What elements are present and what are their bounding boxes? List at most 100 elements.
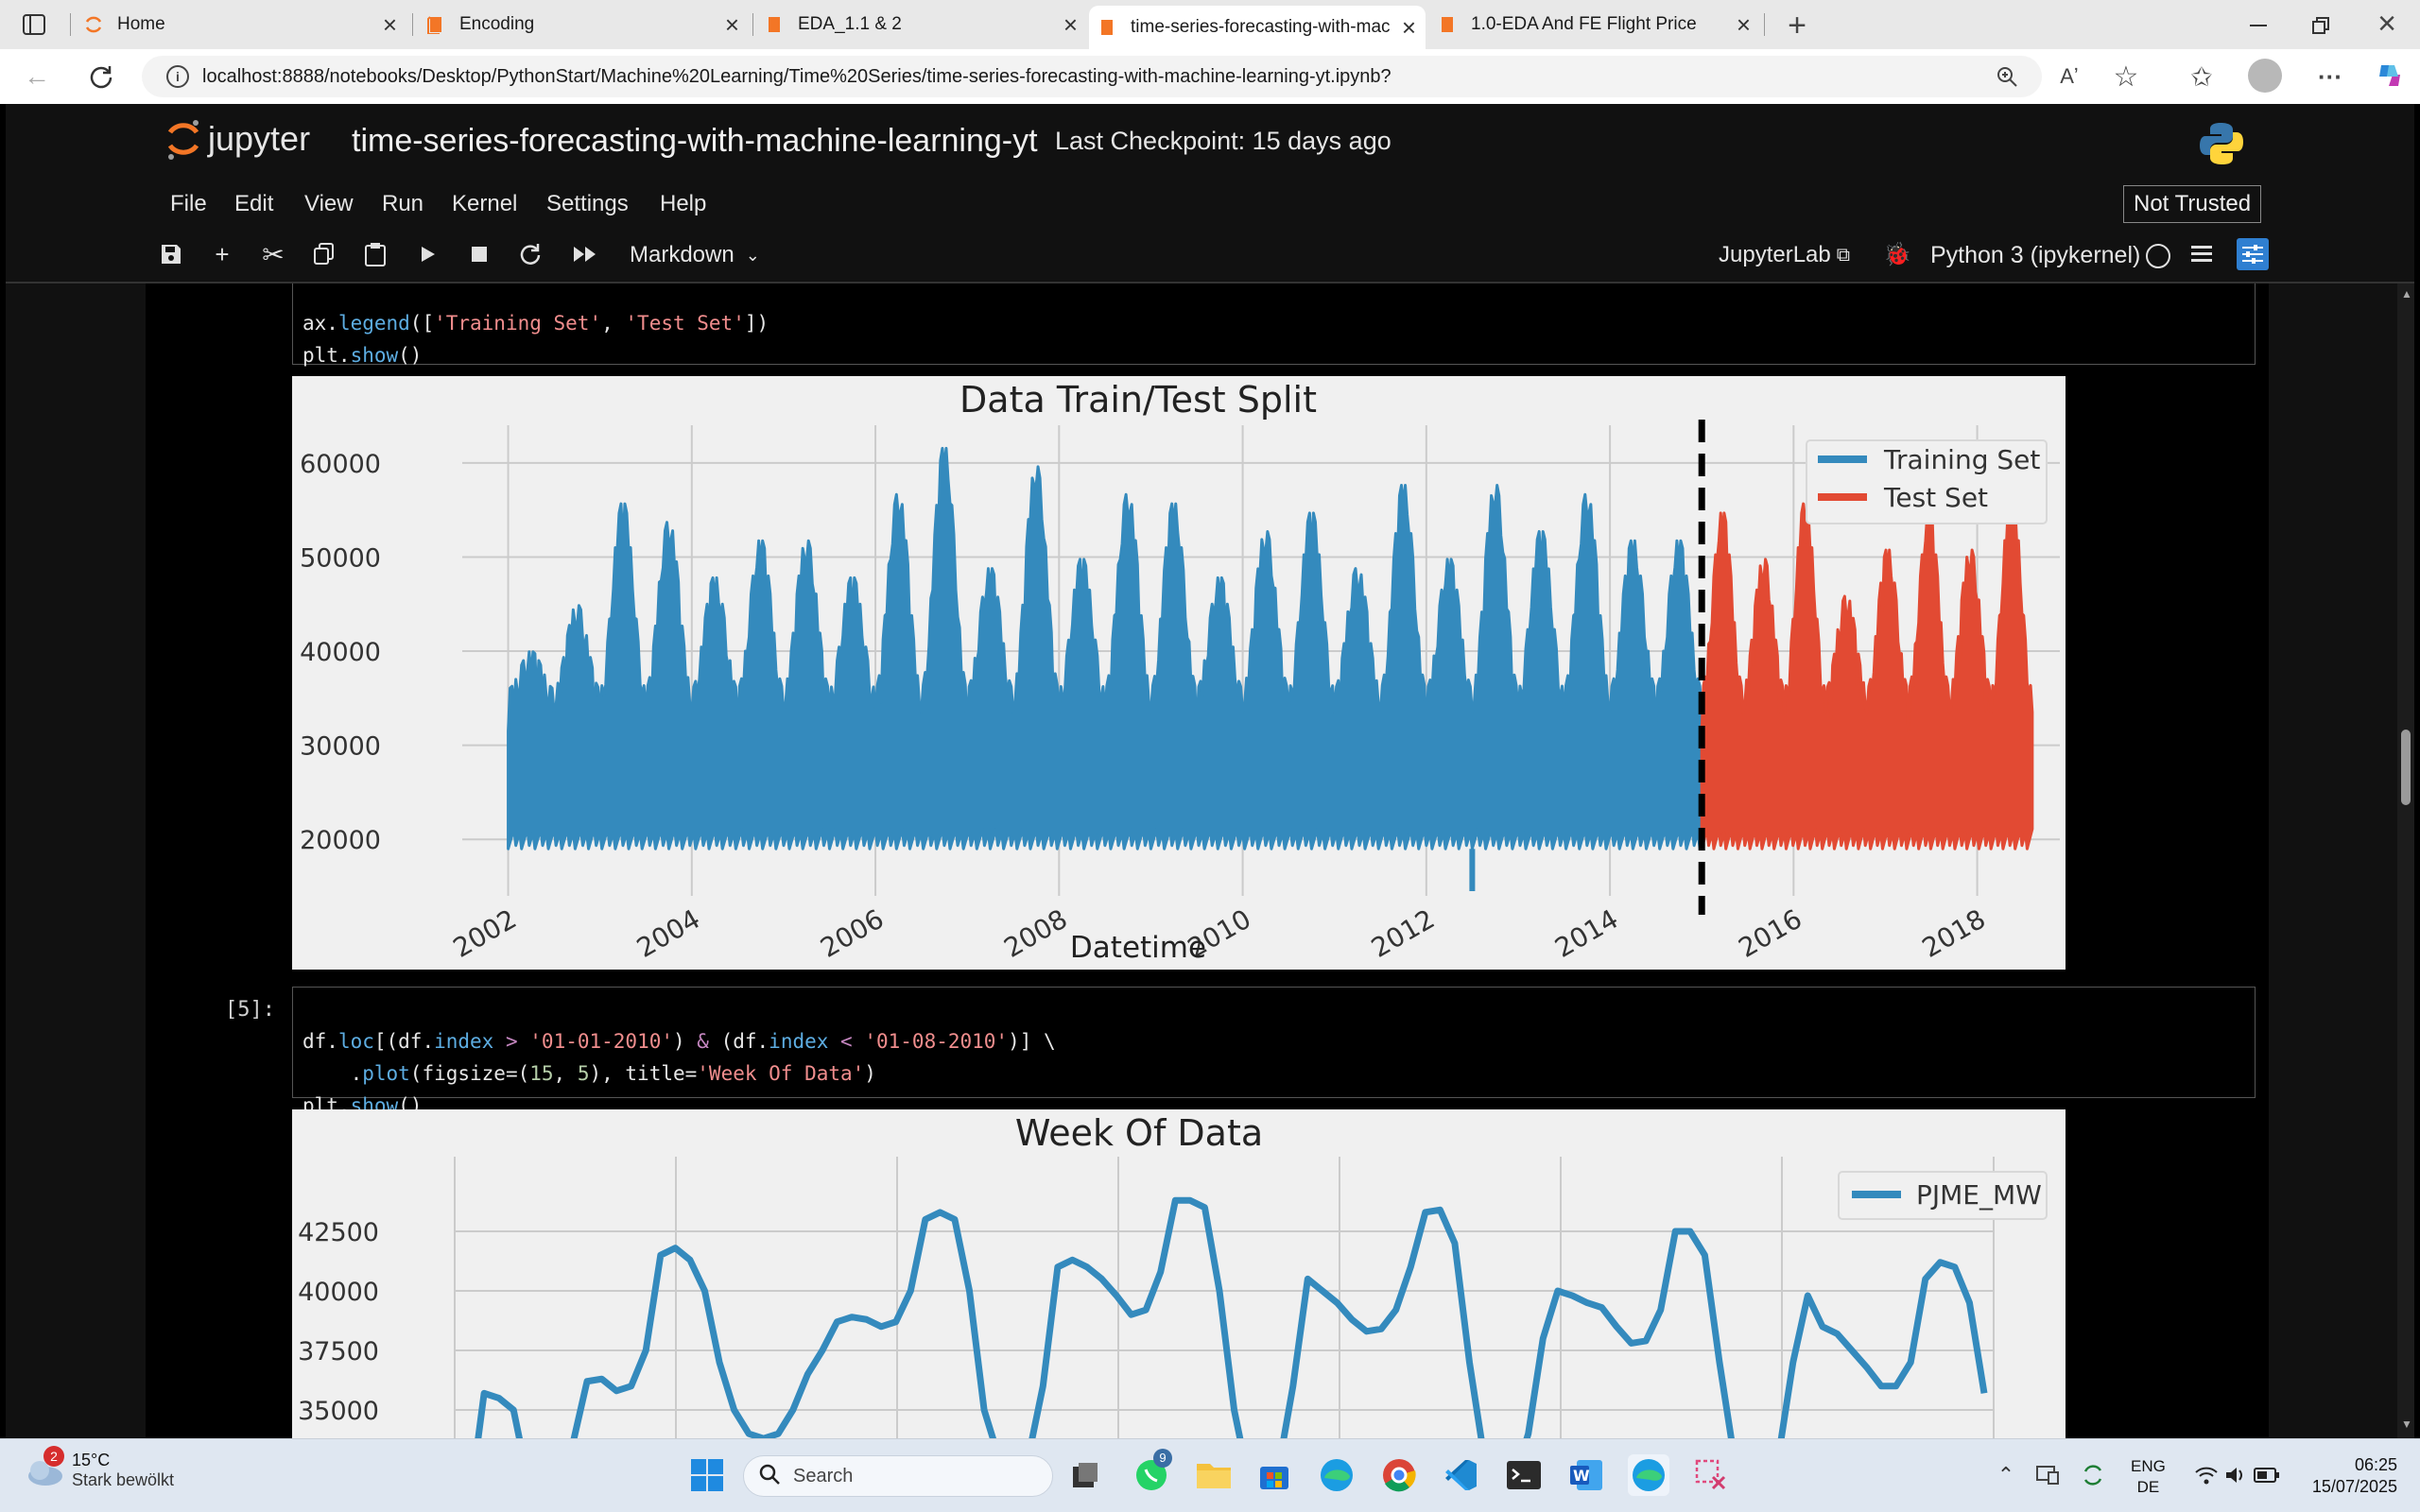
jupyterlab-link[interactable]: JupyterLab ⧉ [1719,242,1850,268]
tab-flight-price[interactable]: 1.0-EDA And FE Flight Price × [1429,8,1760,42]
url-text[interactable]: localhost:8888/notebooks/Desktop/PythonS… [202,66,1392,88]
search-placeholder: Search [793,1465,854,1486]
tab-encoding[interactable]: Encoding × [418,8,749,42]
notebook-favicon [1437,14,1458,35]
minimize-icon[interactable] [2242,9,2274,42]
x-tick-label: 2018 [1917,903,1991,964]
close-tab-icon[interactable]: × [1402,13,1416,42]
refresh-icon[interactable] [85,60,117,93]
tab-home[interactable]: Home × [76,8,406,42]
kernel-name[interactable]: Python 3 (ipykernel) [1930,242,2140,269]
edge-active-icon[interactable] [1628,1454,1669,1496]
menu-file[interactable]: File [170,191,207,217]
copilot-icon[interactable] [2373,59,2407,93]
code-line: plt.show() [302,344,423,367]
checkpoint-status: Last Checkpoint: 15 days ago [1055,127,1392,155]
cut-icon[interactable]: ✂ [257,238,289,270]
scroll-up-icon[interactable]: ▲ [2401,287,2412,301]
close-tab-icon[interactable]: × [1063,10,1078,39]
tab-eda[interactable]: EDA_1.1 & 2 × [756,8,1087,42]
property-inspector-icon[interactable] [2237,238,2269,270]
close-tab-icon[interactable]: × [383,10,397,39]
restore-icon[interactable] [2305,9,2337,42]
jupyter-logo[interactable]: jupyter [164,117,310,161]
trust-button[interactable]: Not Trusted [2123,185,2262,223]
tab-title: 1.0-EDA And FE Flight Price [1471,14,1697,34]
weather-widget[interactable]: 2 15°C Stark bewölkt [23,1446,174,1490]
taskbar-search[interactable]: Search [743,1455,1053,1497]
x-tick-label: 2008 [998,903,1072,964]
more-menu-icon[interactable]: ··· [2314,60,2346,93]
y-tick-label: 60000 [300,450,381,479]
input-language[interactable]: ENG DE [2131,1456,2166,1498]
snipping-tool-icon[interactable] [1690,1454,1732,1496]
tab-title: EDA_1.1 & 2 [798,14,902,34]
profile-avatar[interactable] [2248,59,2282,93]
scrollbar-thumb[interactable] [2401,730,2411,805]
menu-view[interactable]: View [304,191,354,217]
menu-settings[interactable]: Settings [546,191,629,217]
close-tab-icon[interactable]: × [725,10,739,39]
store-icon[interactable] [1253,1454,1295,1496]
close-window-icon[interactable]: × [2371,6,2403,42]
read-aloud-icon[interactable]: Aʼ [2053,60,2085,93]
clock[interactable]: 06:25 15/07/2025 [2299,1454,2397,1498]
python-logo-icon [2199,121,2244,171]
cell-type-dropdown[interactable]: Markdown ⌄ [630,238,760,272]
stop-icon[interactable] [463,238,495,270]
favorites-icon[interactable]: ✩ [2186,60,2218,93]
menu-run[interactable]: Run [382,191,424,217]
url-field[interactable]: i localhost:8888/notebooks/Desktop/Pytho… [142,56,2042,97]
paste-icon[interactable] [359,238,391,270]
favorite-star-icon[interactable]: ☆ [2110,60,2142,93]
back-icon[interactable]: ← [21,60,53,93]
code-line-hidden [302,284,315,302]
zoom-icon[interactable] [1995,64,2019,89]
info-icon[interactable]: i [166,65,189,88]
chart-week-of-data-svg: 35000 37500 40000 42500 Week Of Data PJME_MW [298,1112,2048,1438]
code-line: df.loc[(df.index > '01-01-2010') & (df.i… [302,1030,1056,1053]
edge-icon[interactable] [1316,1454,1357,1496]
x-axis-label: Datetime [1070,931,1206,965]
copy-icon[interactable] [308,238,340,270]
series-training-set [507,446,1703,850]
tab-title: Encoding [459,14,535,34]
chrome-icon[interactable] [1378,1454,1420,1496]
battery-icon[interactable] [2246,1454,2288,1496]
vscode-icon[interactable] [1441,1454,1482,1496]
word-icon[interactable]: W [1565,1454,1607,1496]
file-explorer-icon[interactable] [1193,1454,1235,1496]
device-icon[interactable] [2027,1454,2068,1496]
menu-lines-icon[interactable] [2186,238,2218,270]
jupyter-logo-icon [167,120,199,160]
scrollbar[interactable]: ▲ ▼ [2397,284,2414,1438]
debugger-bug-icon[interactable]: 🐞 [1881,238,1913,270]
task-view-icon[interactable] [1064,1454,1106,1496]
whatsapp-icon[interactable]: 9 [1131,1449,1172,1496]
menu-kernel[interactable]: Kernel [452,191,517,217]
start-icon[interactable] [686,1454,728,1496]
weather-alert-badge: 2 [43,1446,64,1467]
code-cell-5[interactable]: df.loc[(df.index > '01-01-2010') & (df.i… [292,987,2256,1117]
menu-edit[interactable]: Edit [234,191,273,217]
scroll-down-icon[interactable]: ▼ [2401,1418,2412,1431]
fast-forward-icon[interactable] [569,238,601,270]
notebook-panel: ax.legend(['Training Set', 'Test Set']) … [6,284,2397,1438]
save-icon[interactable] [155,238,187,270]
notebook-favicon [1097,17,1117,38]
notebook-title[interactable]: time-series-forecasting-with-machine-lea… [352,123,1038,160]
tab-actions-icon[interactable] [21,11,47,38]
restart-icon[interactable] [514,238,546,270]
sync-icon[interactable] [2072,1454,2114,1496]
y-tick-label: 37500 [298,1337,379,1366]
code-cell-4[interactable]: ax.legend(['Training Set', 'Test Set']) … [292,284,2256,367]
close-tab-icon[interactable]: × [1737,10,1751,39]
menu-help[interactable]: Help [660,191,706,217]
tab-time-series[interactable]: time-series-forecasting-with-mac × [1089,6,1426,49]
run-icon[interactable] [412,238,444,270]
show-hidden-icons[interactable]: ⌃ [1985,1454,2027,1496]
add-cell-icon[interactable]: + [206,238,238,270]
new-tab-icon[interactable]: + [1781,8,1813,43]
terminal-icon[interactable] [1503,1454,1545,1496]
notebook-favicon [764,14,785,35]
